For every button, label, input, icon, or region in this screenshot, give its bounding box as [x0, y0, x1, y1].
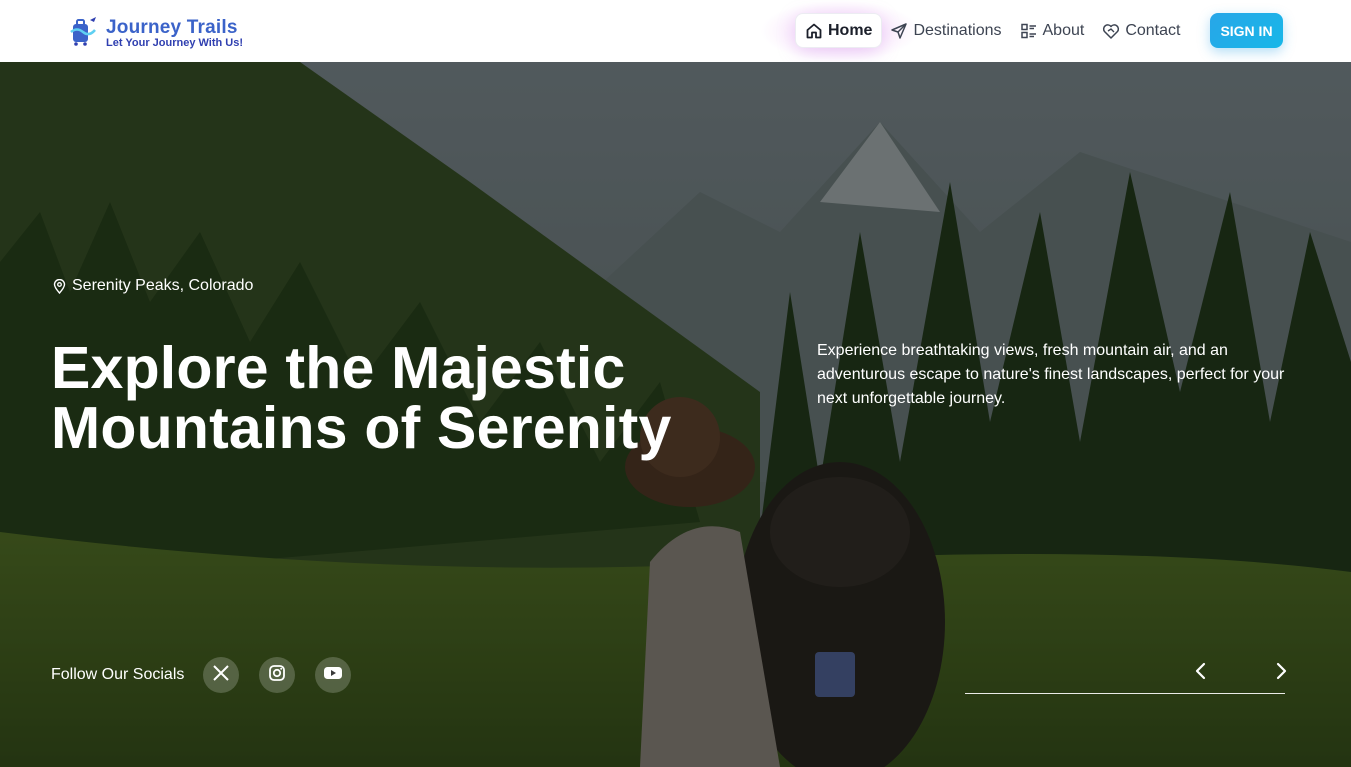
social-instagram-button[interactable] [259, 657, 296, 693]
brand-tagline: Let Your Journey With Us! [106, 37, 244, 49]
socials-bar: Follow Our Socials [51, 657, 371, 693]
x-icon [212, 664, 230, 687]
nav-contact-label: Contact [1125, 21, 1181, 39]
chevron-left-icon [1194, 662, 1208, 685]
slider-prev-button[interactable] [1190, 662, 1212, 684]
hero-location-text: Serenity Peaks, Colorado [72, 277, 254, 294]
slider-navigation [965, 662, 1287, 695]
nav-about-label: About [1042, 21, 1085, 39]
brand-title: Journey Trails [106, 17, 238, 38]
brand-logo[interactable]: Journey Trails Let Your Journey With Us! [68, 14, 243, 49]
hero-headline-line2: Mountains of Serenity [51, 395, 672, 461]
youtube-icon [323, 665, 343, 686]
hero-description: Experience breathtaking views, fresh mou… [817, 342, 1285, 407]
hero-section: Serenity Peaks, Colorado Explore the Maj… [0, 62, 1351, 767]
heart-handshake-icon [1102, 22, 1120, 40]
social-x-button[interactable] [203, 657, 240, 693]
nav-home[interactable]: Home [796, 14, 882, 47]
nav-about[interactable]: About [1011, 14, 1094, 47]
socials-label: Follow Our Socials [51, 666, 185, 683]
hero-location: Serenity Peaks, Colorado [53, 277, 253, 295]
instagram-icon [268, 664, 286, 687]
home-icon [805, 22, 823, 40]
slider-progress-bar [965, 693, 1285, 694]
list-icon [1020, 22, 1038, 40]
hero-headline: Explore the Majestic Mountains of Sereni… [51, 338, 771, 458]
sign-in-button[interactable]: SIGN IN [1210, 13, 1283, 48]
chevron-right-icon [1274, 662, 1288, 685]
nav-home-label: Home [828, 21, 873, 39]
travel-bag-icon [68, 14, 100, 48]
main-nav: Home Destinations About Contact [796, 14, 1189, 47]
send-icon [890, 22, 908, 40]
nav-contact[interactable]: Contact [1093, 14, 1189, 47]
slider-next-button[interactable] [1270, 662, 1292, 684]
nav-destinations-label: Destinations [913, 21, 1002, 39]
nav-destinations[interactable]: Destinations [881, 14, 1010, 47]
site-header: Journey Trails Let Your Journey With Us!… [0, 0, 1351, 62]
map-pin-icon [53, 278, 66, 294]
hero-headline-line1: Explore the Majestic [51, 335, 626, 401]
social-youtube-button[interactable] [315, 657, 352, 693]
